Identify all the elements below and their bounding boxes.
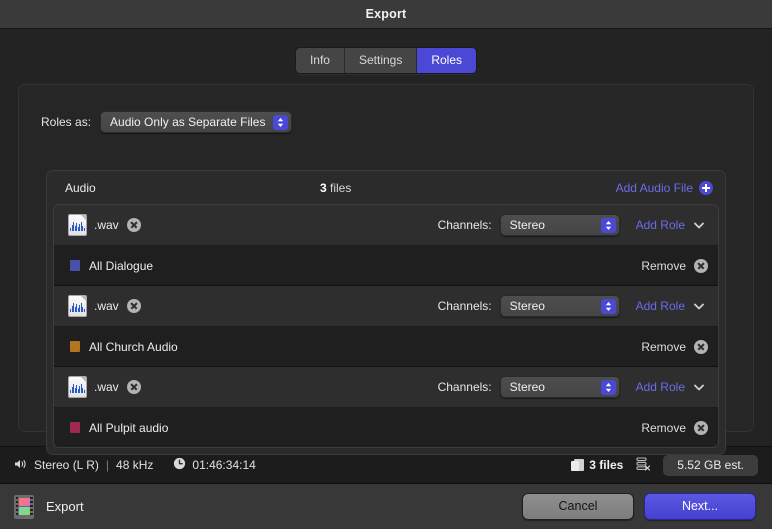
audio-file-count-suffix: files xyxy=(326,180,352,195)
remove-role-label[interactable]: Remove xyxy=(641,421,686,435)
audio-file-count: 3 files xyxy=(96,181,616,195)
add-audio-file-button[interactable]: Add Audio File xyxy=(615,180,713,195)
layers-remove-icon xyxy=(635,456,651,475)
dialog-body: Info Settings Roles Roles as: Audio Only… xyxy=(0,29,772,455)
documents-icon xyxy=(571,459,585,471)
roles-as-value: Audio Only as Separate Files xyxy=(110,115,266,129)
add-role-button[interactable]: Add Role xyxy=(636,218,685,232)
filmstrip-frame-bottom xyxy=(18,507,30,515)
status-separator: | xyxy=(105,458,110,472)
remove-role-button[interactable] xyxy=(694,258,708,273)
role-color-swatch xyxy=(70,341,80,352)
tab-segmented-control[interactable]: Info Settings Roles xyxy=(294,47,478,74)
chevron-down-icon[interactable] xyxy=(694,301,704,311)
duration: 01:46:34:14 xyxy=(192,458,256,472)
remove-role-button[interactable] xyxy=(694,339,708,354)
footer-title: Export xyxy=(46,499,84,514)
waveform-glyph xyxy=(70,303,85,312)
filmstrip-icon xyxy=(14,494,34,519)
add-role-button[interactable]: Add Role xyxy=(636,380,685,394)
export-dialog: Export Info Settings Roles Roles as: Aud… xyxy=(0,0,772,529)
status-right-group: 3 files 5.52 GB est. xyxy=(571,454,758,476)
add-role-button[interactable]: Add Role xyxy=(636,299,685,313)
wav-file-icon xyxy=(68,376,87,398)
wav-file-icon xyxy=(68,295,87,317)
chevron-down-icon[interactable] xyxy=(694,220,704,230)
role-row[interactable]: All Church Audio Remove xyxy=(54,327,718,367)
wav-file-icon xyxy=(68,214,87,236)
channels-label: Channels: xyxy=(437,380,492,394)
chevron-updown-icon xyxy=(600,217,616,233)
speaker-icon xyxy=(14,458,28,473)
next-button[interactable]: Next... xyxy=(644,493,756,520)
chevron-updown-icon xyxy=(600,298,616,314)
remove-role-label[interactable]: Remove xyxy=(641,259,686,273)
chevron-updown-icon xyxy=(600,379,616,395)
footer-bar: Export Cancel Next... xyxy=(0,483,772,529)
channels-value: Stereo xyxy=(509,218,545,232)
channels-dropdown[interactable]: Stereo xyxy=(499,295,620,317)
file-row[interactable]: .wav Channels: Stereo Add Role xyxy=(54,205,718,246)
role-name: All Dialogue xyxy=(89,258,154,273)
tab-roles[interactable]: Roles xyxy=(417,48,477,73)
file-name: .wav xyxy=(94,299,119,313)
remove-file-button[interactable] xyxy=(126,299,141,313)
audio-file-count-number: 3 xyxy=(319,180,327,195)
role-name: All Pulpit audio xyxy=(89,420,169,435)
channels-dropdown[interactable]: Stereo xyxy=(499,376,620,398)
role-row[interactable]: All Pulpit audio Remove xyxy=(54,408,718,447)
tabs-container: Info Settings Roles xyxy=(0,29,772,74)
add-audio-file-label: Add Audio File xyxy=(615,180,693,195)
clock-icon xyxy=(173,457,186,473)
roles-as-label: Roles as: xyxy=(41,115,92,129)
audio-section-title: Audio xyxy=(65,180,96,195)
role-color-swatch xyxy=(70,260,80,271)
file-row[interactable]: .wav Channels: Stereo Add Role xyxy=(54,286,718,327)
roles-as-dropdown[interactable]: Audio Only as Separate Files xyxy=(100,111,293,133)
sample-rate: 48 kHz xyxy=(116,458,154,472)
status-left-group: Stereo (L R) | 48 kHz 01:46:34:14 xyxy=(14,457,256,473)
chevron-down-icon[interactable] xyxy=(694,382,704,392)
tab-settings[interactable]: Settings xyxy=(344,48,418,73)
role-name: All Church Audio xyxy=(89,339,178,354)
file-name: .wav xyxy=(94,218,119,232)
channels-value: Stereo xyxy=(509,380,545,394)
channels-label: Channels: xyxy=(437,299,492,313)
cancel-button[interactable]: Cancel xyxy=(522,493,634,520)
remove-role-label[interactable]: Remove xyxy=(641,340,686,354)
waveform-glyph xyxy=(70,384,85,393)
audio-files-box: Audio 3 files Add Audio File .wav Channe… xyxy=(46,170,726,455)
output-files-count: 3 files xyxy=(571,458,624,472)
waveform-glyph xyxy=(70,222,85,231)
output-files-count-label: 3 files xyxy=(589,458,624,472)
roles-as-row: Roles as: Audio Only as Separate Files xyxy=(19,85,753,133)
window-title: Export xyxy=(365,7,407,21)
plus-circle-icon xyxy=(699,180,713,195)
audio-section-header: Audio 3 files Add Audio File xyxy=(47,171,725,204)
remove-file-button[interactable] xyxy=(126,380,141,394)
audio-format: Stereo (L R) xyxy=(34,458,99,472)
filmstrip-frame-top xyxy=(18,498,30,506)
size-estimate: 5.52 GB est. xyxy=(663,454,758,476)
titlebar: Export xyxy=(0,0,772,29)
remove-file-button[interactable] xyxy=(126,218,141,232)
channels-dropdown[interactable]: Stereo xyxy=(499,214,620,236)
footer-buttons: Cancel Next... xyxy=(522,493,756,520)
role-row[interactable]: All Dialogue Remove xyxy=(54,246,718,286)
chevron-updown-icon xyxy=(273,114,289,130)
remove-role-button[interactable] xyxy=(694,420,708,435)
tab-info[interactable]: Info xyxy=(295,48,345,73)
file-list: .wav Channels: Stereo Add Role All Dialo… xyxy=(53,204,719,448)
roles-panel: Roles as: Audio Only as Separate Files A… xyxy=(18,84,754,455)
role-color-swatch xyxy=(70,422,80,433)
channels-value: Stereo xyxy=(509,299,545,313)
file-row[interactable]: .wav Channels: Stereo Add Role xyxy=(54,367,718,408)
file-name: .wav xyxy=(94,380,119,394)
channels-label: Channels: xyxy=(437,218,492,232)
